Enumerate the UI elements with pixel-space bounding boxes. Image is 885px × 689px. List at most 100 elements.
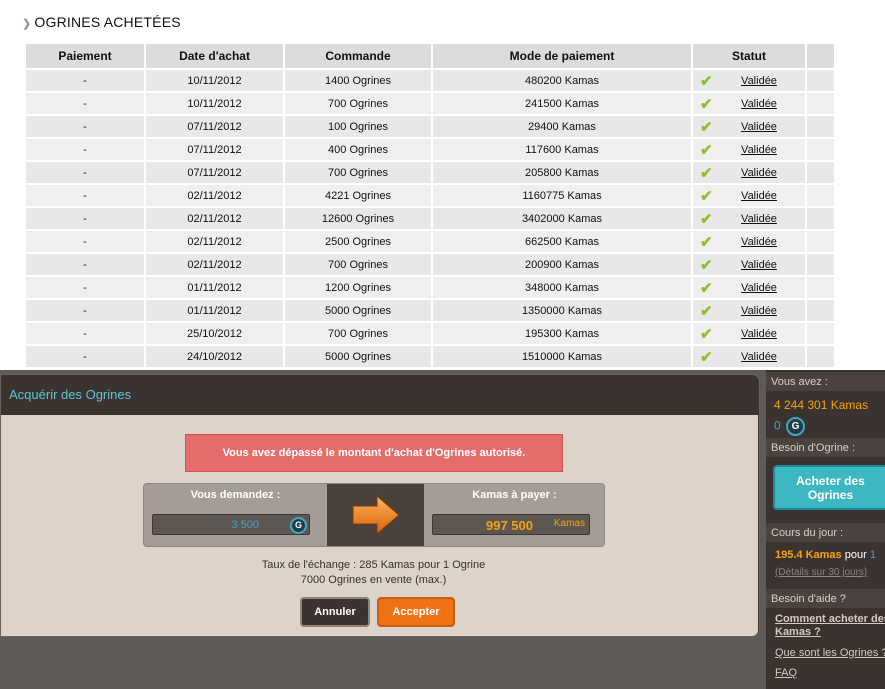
pay-amount-value: 997 500 — [486, 518, 533, 533]
cell-commande: 4221 Ogrines — [285, 185, 431, 206]
cell-commande: 5000 Ogrines — [285, 300, 431, 321]
how-to-buy-kamas-link[interactable]: Comment acheter des Kamas ? — [775, 613, 885, 639]
stock-text: 7000 Ogrines en vente (max.) — [300, 574, 447, 586]
check-icon: ✔ — [700, 188, 713, 205]
status-link[interactable]: Validée — [741, 259, 777, 271]
cell-commande: 700 Ogrines — [285, 323, 431, 344]
ogrines-table: Paiement Date d'achat Commande Mode de p… — [24, 42, 836, 369]
cell-empty — [807, 70, 834, 91]
cell-mode: 200900 Kamas — [433, 254, 691, 275]
cell-statut: ✔ Validée — [693, 254, 805, 275]
cell-statut: ✔ Validée — [693, 323, 805, 344]
status-link[interactable]: Validée — [741, 213, 777, 225]
request-panel: Vous demandez : 3 500 G — [144, 484, 327, 546]
limit-exceeded-alert: Vous avez dépassé le montant d'achat d'O… — [185, 434, 563, 472]
cell-statut: ✔ Validée — [693, 208, 805, 229]
cell-statut: ✔ Validée — [693, 70, 805, 91]
cell-date: 01/11/2012 — [146, 277, 283, 298]
cell-empty — [807, 139, 834, 160]
cell-empty — [807, 277, 834, 298]
ogrine-coin-icon: G — [786, 417, 806, 436]
cell-paiement: - — [26, 346, 144, 367]
ogrine-coin-icon: G — [290, 517, 307, 534]
check-icon: ✔ — [700, 257, 713, 274]
status-link[interactable]: Validée — [741, 98, 777, 110]
cell-statut: ✔ Validée — [693, 300, 805, 321]
check-icon: ✔ — [700, 73, 713, 90]
header-commande: Commande — [285, 44, 431, 68]
status-link[interactable]: Validée — [741, 167, 777, 179]
need-ogrine-label: Besoin d'Ogrine : — [766, 438, 885, 457]
faq-link[interactable]: FAQ — [775, 667, 797, 679]
cell-paiement: - — [26, 93, 144, 114]
table-row: -02/11/2012 2500 Ogrines 662500 Kamas ✔ Vali… — [26, 231, 834, 252]
status-link[interactable]: Validée — [741, 328, 777, 340]
modal-title: Acquérir des Ogrines — [9, 387, 132, 402]
table-row: -02/11/2012 700 Ogrines 200900 Kamas ✔ Valid… — [26, 254, 834, 275]
cell-paiement: - — [26, 300, 144, 321]
cell-mode: 205800 Kamas — [433, 162, 691, 183]
header-statut: Statut — [693, 44, 805, 68]
cell-commande: 700 Ogrines — [285, 254, 431, 275]
cell-paiement: - — [26, 231, 144, 252]
check-icon: ✔ — [700, 96, 713, 113]
pay-unit: Kamas — [553, 518, 585, 529]
you-have-label: Vous avez : — [766, 372, 885, 391]
kamas-balance: 4 244 301 Kamas — [774, 398, 869, 412]
cell-date: 02/11/2012 — [146, 185, 283, 206]
buy-ogrines-button[interactable]: Acheter des Ogrines — [773, 465, 885, 510]
cell-mode: 1350000 Kamas — [433, 300, 691, 321]
table-row: -07/11/2012 700 Ogrines 205800 Kamas ✔ Valid… — [26, 162, 834, 183]
ogrines-balance: 0 — [774, 418, 781, 433]
cell-empty — [807, 116, 834, 137]
table-row: -10/11/2012 1400 Ogrines 480200 Kamas ✔ Vali… — [26, 70, 834, 91]
cell-paiement: - — [26, 277, 144, 298]
table-header-row: Paiement Date d'achat Commande Mode de p… — [26, 44, 834, 68]
cell-mode: 480200 Kamas — [433, 70, 691, 91]
request-amount-field[interactable]: 3 500 G — [152, 514, 310, 535]
ogrines-balance-row: 0 G — [774, 417, 806, 436]
chevron-right-icon: ❯ — [22, 18, 32, 30]
daily-rate-row: 195.4 Kamas pour 1 — [775, 549, 876, 561]
status-link[interactable]: Validée — [741, 190, 777, 202]
cell-statut: ✔ Validée — [693, 277, 805, 298]
cell-commande: 1400 Ogrines — [285, 70, 431, 91]
status-link[interactable]: Validée — [741, 236, 777, 248]
accept-button[interactable]: Accepter — [377, 597, 455, 627]
cell-mode: 29400 Kamas — [433, 116, 691, 137]
status-link[interactable]: Validée — [741, 282, 777, 294]
status-link[interactable]: Validée — [741, 144, 777, 156]
cell-date: 02/11/2012 — [146, 231, 283, 252]
acquire-ogrines-modal: Acquérir des Ogrines Vous avez dépassé l… — [0, 374, 760, 637]
cell-statut: ✔ Validée — [693, 185, 805, 206]
details-30-days-link[interactable]: (Détails sur 30 jours) — [775, 567, 867, 578]
cell-mode: 117600 Kamas — [433, 139, 691, 160]
table-row: -02/11/2012 4221 Ogrines 1160775 Kamas ✔ Val… — [26, 185, 834, 206]
cell-empty — [807, 93, 834, 114]
cell-mode: 195300 Kamas — [433, 323, 691, 344]
status-link[interactable]: Validée — [741, 75, 777, 87]
cell-mode: 662500 Kamas — [433, 231, 691, 252]
cancel-button[interactable]: Annuler — [300, 597, 370, 627]
exchange-rate-text: Taux de l'échange : 285 Kamas pour 1 Ogr… — [261, 559, 486, 571]
what-are-ogrines-link[interactable]: Que sont les Ogrines ? — [775, 647, 885, 659]
table-row: -01/11/2012 1200 Ogrines 348000 Kamas ✔ Vali… — [26, 277, 834, 298]
header-mode: Mode de paiement — [433, 44, 691, 68]
cell-statut: ✔ Validée — [693, 162, 805, 183]
cell-date: 10/11/2012 — [146, 70, 283, 91]
cell-commande: 12600 Ogrines — [285, 208, 431, 229]
cell-date: 01/11/2012 — [146, 300, 283, 321]
table-row: -07/11/2012 400 Ogrines 117600 Kamas ✔ Valid… — [26, 139, 834, 160]
cell-commande: 700 Ogrines — [285, 93, 431, 114]
section-title: ❯ OGRINES ACHETÉES — [22, 14, 181, 30]
status-link[interactable]: Validée — [741, 305, 777, 317]
status-link[interactable]: Validée — [741, 121, 777, 133]
cell-date: 25/10/2012 — [146, 323, 283, 344]
cell-date: 02/11/2012 — [146, 254, 283, 275]
cell-commande: 5000 Ogrines — [285, 346, 431, 367]
cell-commande: 1200 Ogrines — [285, 277, 431, 298]
table-row: -25/10/2012 700 Ogrines 195300 Kamas ✔ Valid… — [26, 323, 834, 344]
status-link[interactable]: Validée — [741, 351, 777, 363]
cell-mode: 1510000 Kamas — [433, 346, 691, 367]
cell-date: 07/11/2012 — [146, 116, 283, 137]
